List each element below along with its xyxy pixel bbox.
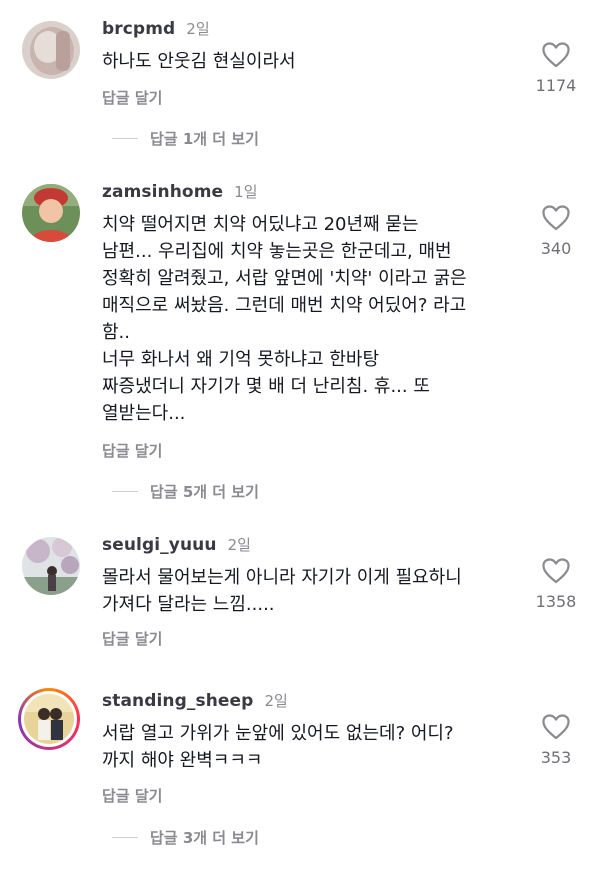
comment-header: zamsinhome 1일 — [102, 181, 258, 205]
like-count: 1174 — [535, 76, 577, 95]
like-count: 1358 — [535, 592, 577, 611]
avatar[interactable] — [18, 688, 80, 750]
heart-outline-icon — [542, 205, 570, 231]
timestamp: 2일 — [227, 536, 251, 554]
username[interactable]: standing_sheep — [102, 691, 253, 711]
avatar-image — [24, 694, 74, 744]
heart-outline-icon — [542, 714, 570, 740]
reply-button[interactable]: 답글 달기 — [102, 785, 162, 806]
username[interactable]: brcpmd — [102, 19, 175, 39]
divider-line — [112, 490, 138, 492]
username[interactable]: zamsinhome — [102, 182, 223, 202]
like-button[interactable]: 1174 — [521, 42, 591, 95]
avatar[interactable] — [22, 21, 80, 79]
divider-line — [112, 836, 138, 838]
heart-outline-icon — [542, 42, 570, 68]
avatar[interactable] — [22, 184, 80, 242]
timestamp: 2일 — [186, 20, 210, 38]
comment-text: 몰라서 물어보는게 아니라 자기가 이게 필요하니 가져다 달라는 느낌....… — [102, 567, 462, 615]
view-more-replies[interactable]: 답글 1개 더 보기 — [112, 128, 259, 148]
like-count: 340 — [540, 239, 572, 258]
view-more-replies-label: 답글 3개 더 보기 — [150, 828, 259, 847]
reply-button[interactable]: 답글 달기 — [102, 440, 162, 461]
like-button[interactable]: 353 — [521, 714, 591, 767]
reply-button[interactable]: 답글 달기 — [102, 628, 162, 649]
avatar[interactable] — [22, 537, 80, 595]
timestamp: 2일 — [264, 692, 288, 710]
view-more-replies[interactable]: 답글 5개 더 보기 — [112, 481, 259, 501]
avatar-story-ring — [21, 691, 77, 747]
comment-text: 치약 떨어지면 치약 어딨냐고 20년째 묻는 남편... 우리집에 치약 놓는… — [102, 214, 467, 424]
username[interactable]: seulgi_yuuu — [102, 535, 217, 555]
like-count: 353 — [540, 748, 572, 767]
timestamp: 1일 — [234, 183, 258, 201]
reply-button[interactable]: 답글 달기 — [102, 87, 162, 108]
heart-outline-icon — [542, 558, 570, 584]
like-button[interactable]: 1358 — [521, 558, 591, 611]
view-more-replies-label: 답글 5개 더 보기 — [150, 482, 259, 501]
view-more-replies-label: 답글 1개 더 보기 — [150, 129, 259, 148]
comment-text: 하나도 안웃김 현실이라서 — [102, 51, 296, 72]
comment-header: brcpmd 2일 — [102, 18, 210, 42]
divider-line — [112, 137, 138, 139]
comment-text: 서랍 열고 가위가 눈앞에 있어도 없는데? 어디? 까지 해야 완벽ㅋㅋㅋ — [102, 723, 454, 771]
view-more-replies[interactable]: 답글 3개 더 보기 — [112, 827, 259, 847]
comment-header: seulgi_yuuu 2일 — [102, 534, 251, 558]
like-button[interactable]: 340 — [521, 205, 591, 258]
comment-header: standing_sheep 2일 — [102, 690, 288, 714]
